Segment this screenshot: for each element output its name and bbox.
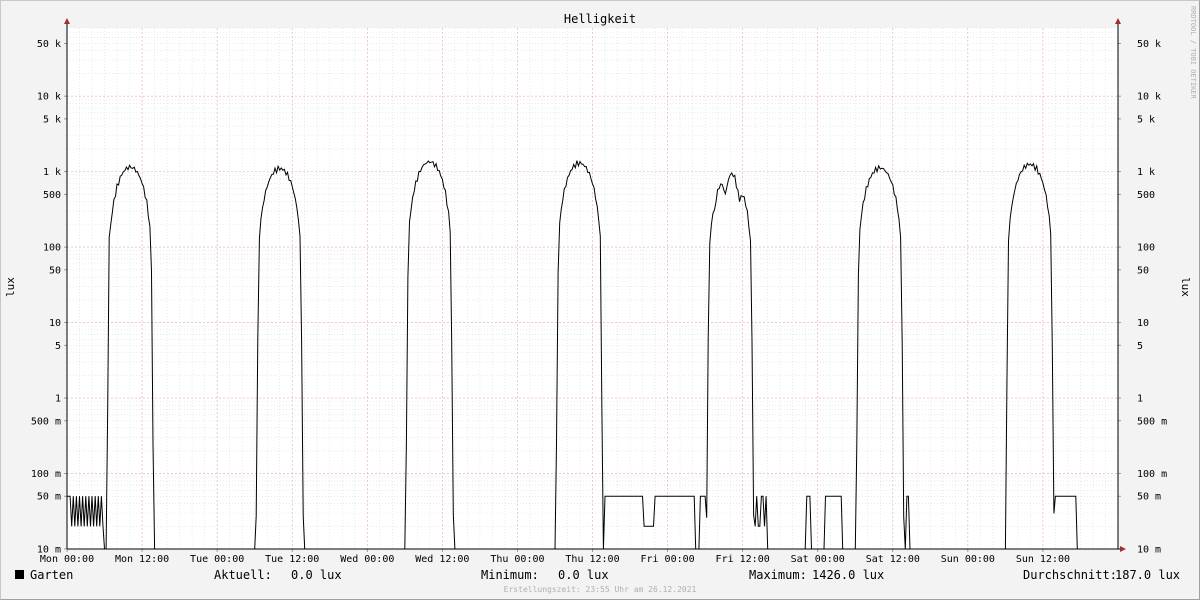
y-tick-label-left: 500 (43, 190, 61, 201)
y-tick-label-left: 10 (49, 318, 61, 329)
legend-minimum-label: Minimum: (481, 568, 539, 582)
y-tick-label-right: 5 (1137, 341, 1143, 352)
legend-maximum-value: 1426.0 lux (812, 568, 884, 582)
legend-series-name: Garten (30, 568, 73, 582)
y-tick-label-left: 50 (49, 265, 61, 276)
legend-aktuell-value: 0.0 lux (291, 568, 342, 582)
y-tick-label-right: 1 k (1137, 167, 1155, 178)
y-tick-label-right: 10 m (1137, 545, 1161, 556)
legend-durchschnitt-value: 187.0 lux (1115, 568, 1180, 582)
y-tick-label-left: 5 k (43, 114, 61, 125)
x-tick-label: Thu 12:00 (565, 554, 619, 565)
y-tick-label-right: 100 m (1137, 469, 1167, 480)
y-tick-label-right: 5 k (1137, 114, 1155, 125)
y-tick-label-right: 50 k (1137, 39, 1161, 50)
y-axis-arrow-right (1115, 18, 1121, 24)
y-tick-label-left: 1 k (43, 167, 61, 178)
x-ticks: Mon 00:00 Mon 12:00 Tue 00:00 Tue 12:00 Wed … (40, 549, 1070, 565)
x-tick-label: Wed 12:00 (415, 554, 469, 565)
chart-title: Helligkeit (564, 12, 636, 26)
y-axis-label-right: lux (1179, 277, 1192, 297)
x-tick-label: Sun 12:00 (1016, 554, 1070, 565)
y-tick-label-left: 100 m (31, 469, 61, 480)
watermark: RRDTOOL / TOBI OETIKER (1189, 6, 1197, 100)
x-tick-label: Tue 12:00 (265, 554, 319, 565)
grid (66, 27, 1119, 550)
y-tick-label-right: 1 (1137, 394, 1143, 405)
x-tick-label: Sun 00:00 (941, 554, 995, 565)
x-tick-label: Mon 12:00 (115, 554, 169, 565)
y-ticks-right: 50 k 10 k 5 k 1 k 500 100 50 10 5 1 500 m 100 m 50 m… (1118, 39, 1167, 556)
y-tick-label-left: 5 (55, 341, 61, 352)
legend-minimum-value: 0.0 lux (558, 568, 609, 582)
x-tick-label: Wed 00:00 (340, 554, 394, 565)
y-axis-arrow-left (64, 18, 70, 24)
footer-timestamp: Erstellungszeit: 23:55 Uhr am 26.12.2021 (504, 585, 697, 594)
y-tick-label-left: 100 (43, 243, 61, 254)
y-tick-label-right: 10 (1137, 318, 1149, 329)
y-tick-label-left: 50 m (37, 492, 61, 503)
y-ticks-left: 50 k 10 k 5 k 1 k 500 100 50 10 5 1 500 m 100 m 50 m… (31, 39, 67, 556)
legend-maximum-label: Maximum: (749, 568, 807, 582)
legend-durchschnitt-label: Durchschnitt: (1023, 568, 1117, 582)
y-tick-label-right: 500 m (1137, 416, 1167, 427)
legend-aktuell-label: Aktuell: (214, 568, 272, 582)
brightness-chart: 50 k 10 k 5 k 1 k 500 100 50 10 5 1 500 m 100 m 50 m… (4, 6, 1197, 594)
x-tick-label: Fri 00:00 (640, 554, 694, 565)
x-axis-arrow (1120, 546, 1126, 552)
y-tick-label-right: 50 (1137, 265, 1149, 276)
y-tick-label-right: 50 m (1137, 492, 1161, 503)
x-tick-label: Sat 00:00 (791, 554, 845, 565)
y-tick-label-right: 500 (1137, 190, 1155, 201)
x-tick-label: Tue 00:00 (190, 554, 244, 565)
x-tick-label: Fri 12:00 (716, 554, 770, 565)
x-tick-label: Sat 12:00 (866, 554, 920, 565)
y-tick-label-left: 1 (55, 394, 61, 405)
legend-swatch (15, 570, 24, 579)
y-tick-label-left: 500 m (31, 416, 61, 427)
y-axis-label-left: lux (4, 277, 17, 297)
x-tick-label: Thu 00:00 (490, 554, 544, 565)
y-tick-label-right: 100 (1137, 243, 1155, 254)
y-tick-label-left: 10 k (37, 92, 61, 103)
y-tick-label-left: 50 k (37, 39, 61, 50)
x-tick-label: Mon 00:00 (40, 554, 94, 565)
y-tick-label-right: 10 k (1137, 92, 1161, 103)
